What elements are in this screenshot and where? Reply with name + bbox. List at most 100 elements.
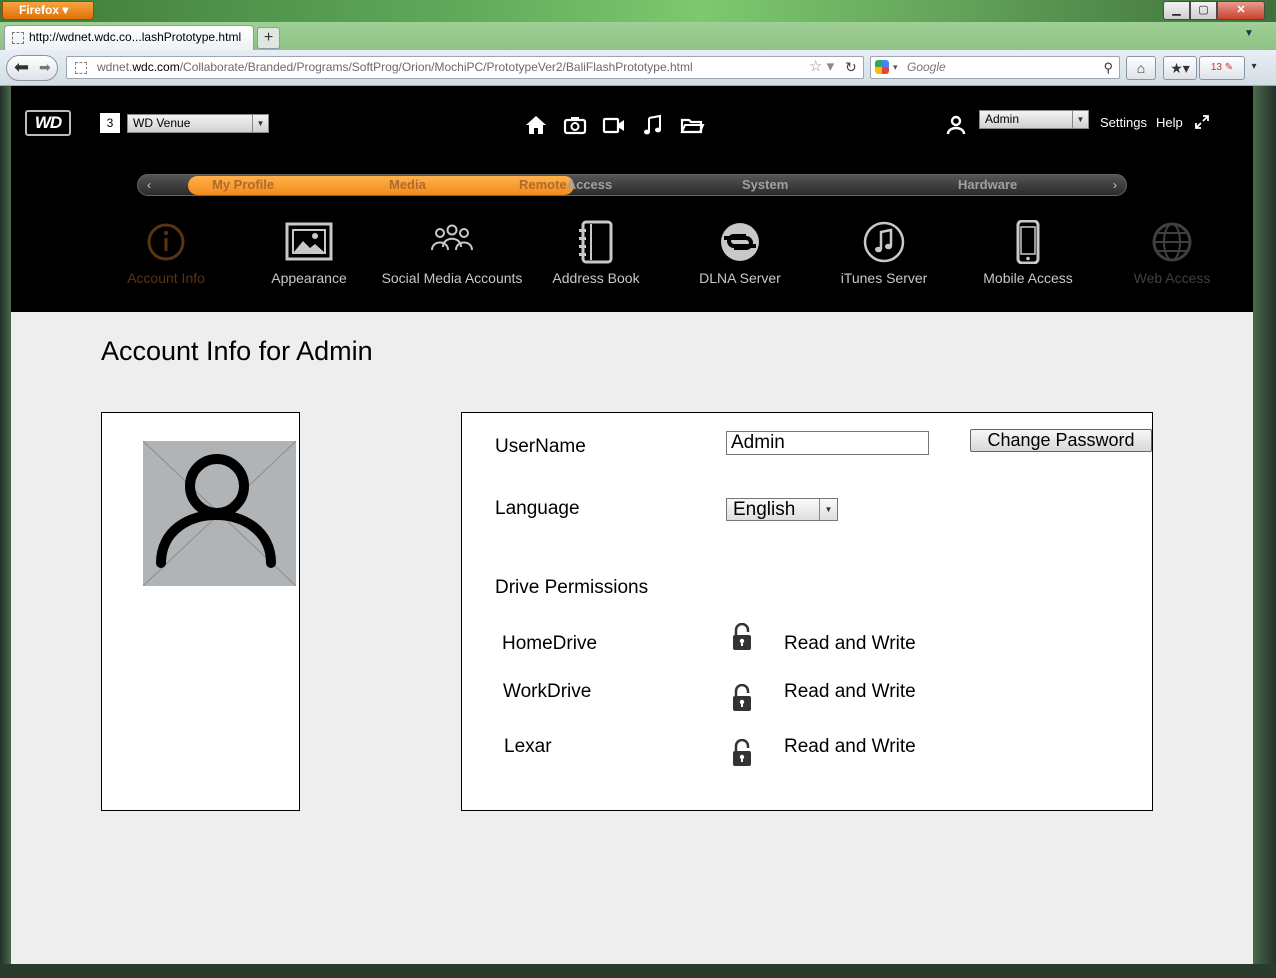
tab-list-dropdown-icon[interactable]: ▼ <box>1244 28 1254 39</box>
navigation-toolbar: ⬅ ➡ wdnet.wdc.com/Collaborate/Branded/Pr… <box>0 50 1276 86</box>
app-header: WD 3 WD Venue ▼ Admin ▼ Settings Help <box>11 86 1253 166</box>
calendar-addon-button[interactable]: 13 ✎ <box>1199 56 1245 80</box>
page-favicon-icon <box>12 32 24 44</box>
reload-icon[interactable]: ↻ <box>845 57 857 78</box>
permission-lexar: Read and Write <box>784 736 916 757</box>
permission-workdrive: Read and Write <box>784 681 916 702</box>
search-input[interactable]: ▾ Google ⚲ <box>870 56 1120 79</box>
language-select[interactable]: English ▼ <box>726 498 838 521</box>
device-select[interactable]: WD Venue ▼ <box>127 114 269 133</box>
chevron-down-icon[interactable]: ▼ <box>252 115 268 132</box>
feature-address-book[interactable]: Address Book <box>521 220 671 286</box>
chevron-left-icon[interactable]: ‹ <box>138 175 160 195</box>
google-search-engine-icon[interactable] <box>875 60 889 74</box>
avatar-panel <box>101 412 300 811</box>
username-field[interactable] <box>726 431 929 455</box>
new-tab-button[interactable]: + <box>257 27 280 49</box>
feature-mobile-access[interactable]: Mobile Access <box>953 220 1103 286</box>
window-right-frame <box>1253 86 1276 964</box>
info-icon <box>147 223 185 261</box>
address-book-icon <box>579 220 613 264</box>
tab-title: http://wdnet.wdc.co...lashPrototype.html <box>29 30 242 44</box>
bookmarks-button[interactable]: ★▾ <box>1163 56 1197 80</box>
browser-tab[interactable]: http://wdnet.wdc.co...lashPrototype.html <box>4 25 254 50</box>
permission-homedrive: Read and Write <box>784 633 916 654</box>
feature-dlna-server[interactable]: DLNA Server <box>665 220 815 286</box>
unlock-icon[interactable] <box>731 623 753 651</box>
camera-icon[interactable] <box>562 113 588 137</box>
change-password-button[interactable]: Change Password <box>970 429 1152 452</box>
dlna-icon <box>721 223 759 261</box>
toolbar-overflow-icon[interactable]: ▾ <box>1249 56 1259 80</box>
drive-permissions-heading: Drive Permissions <box>495 577 649 598</box>
feature-web-access[interactable]: Web Access <box>1097 220 1247 286</box>
home-icon[interactable] <box>523 113 549 137</box>
feature-account-info[interactable]: Account Info <box>91 220 241 286</box>
url-domain-highlight: wdc.com <box>132 60 180 74</box>
feature-social-media-accounts[interactable]: Social Media Accounts <box>377 220 527 286</box>
video-icon[interactable] <box>601 113 627 137</box>
close-window-button[interactable]: ✕ <box>1217 1 1265 20</box>
home-button[interactable]: ⌂ <box>1126 56 1156 80</box>
feature-label: Mobile Access <box>983 270 1073 286</box>
maximize-button[interactable]: ▢ <box>1190 1 1217 20</box>
window-left-frame <box>0 86 11 964</box>
feature-label: Web Access <box>1133 270 1211 286</box>
category-remote-access[interactable]: RemoteAccess <box>519 177 612 193</box>
music-icon[interactable] <box>640 113 666 137</box>
user-select[interactable]: Admin ▼ <box>979 110 1089 129</box>
drive-name-lexar: Lexar <box>504 736 552 757</box>
category-media[interactable]: Media <box>389 177 426 193</box>
tab-strip: http://wdnet.wdc.co...lashPrototype.html… <box>0 22 1276 50</box>
bookmark-star-icon[interactable]: ☆ ▾ <box>809 57 834 77</box>
unlock-icon[interactable] <box>731 739 753 767</box>
page-title: Account Info for Admin <box>101 336 373 366</box>
picture-icon <box>285 222 333 261</box>
forward-arrow-icon[interactable]: ➡ <box>39 59 51 76</box>
window-titlebar: Firefox ▾ ▁ ▢ ✕ <box>0 0 1276 22</box>
app-viewport: WD 3 WD Venue ▼ Admin ▼ Settings Help ‹ … <box>11 86 1253 964</box>
media-shortcuts <box>523 113 705 137</box>
language-select-value: English <box>733 499 796 520</box>
search-placeholder: Google <box>907 60 946 74</box>
chevron-right-icon[interactable]: › <box>1104 175 1126 195</box>
chevron-down-icon[interactable]: ▼ <box>819 499 837 520</box>
category-system[interactable]: System <box>742 177 788 193</box>
device-count-badge: 3 <box>100 113 120 133</box>
user-select-value: Admin <box>985 112 1020 126</box>
settings-link[interactable]: Settings <box>1100 115 1147 130</box>
settings-panel: ‹ My Profile Media RemoteAccess System H… <box>11 166 1253 312</box>
feature-label: Appearance <box>271 270 347 286</box>
url-path: /Collaborate/Branded/Programs/SoftProg/O… <box>179 60 693 74</box>
music-note-icon <box>863 221 905 263</box>
feature-label: Social Media Accounts <box>381 270 523 286</box>
chevron-down-icon[interactable]: ▼ <box>1072 111 1088 128</box>
feature-label: iTunes Server <box>840 270 928 286</box>
expand-icon[interactable] <box>1195 115 1209 129</box>
feature-itunes-server[interactable]: iTunes Server <box>809 220 959 286</box>
magnifier-icon[interactable]: ⚲ <box>1103 57 1113 78</box>
feature-label: Address Book <box>552 270 640 286</box>
drive-name-homedrive: HomeDrive <box>502 633 598 654</box>
folder-icon[interactable] <box>679 113 705 137</box>
engine-dropdown-icon[interactable]: ▾ <box>893 57 898 78</box>
feature-appearance[interactable]: Appearance <box>234 220 384 286</box>
feature-label: Account Info <box>127 270 205 286</box>
firefox-menu-button[interactable]: Firefox ▾ <box>2 1 94 20</box>
help-link[interactable]: Help <box>1156 115 1183 130</box>
site-identity-icon[interactable] <box>75 62 87 74</box>
user-icon <box>946 115 966 135</box>
back-arrow-icon[interactable]: ⬅ <box>14 57 29 78</box>
category-bar: ‹ My Profile Media RemoteAccess System H… <box>137 174 1127 196</box>
minimize-button[interactable]: ▁ <box>1163 1 1190 20</box>
category-my-profile[interactable]: My Profile <box>212 177 274 193</box>
globe-icon <box>1152 222 1192 262</box>
phone-icon <box>1016 220 1040 264</box>
category-hardware[interactable]: Hardware <box>958 177 1017 193</box>
feature-label: DLNA Server <box>699 270 781 286</box>
unlock-icon[interactable] <box>731 684 753 712</box>
people-icon <box>431 224 473 251</box>
address-bar[interactable]: wdnet.wdc.com/Collaborate/Branded/Progra… <box>66 56 864 79</box>
back-forward-group: ⬅ ➡ <box>6 55 58 81</box>
avatar[interactable] <box>143 441 296 586</box>
